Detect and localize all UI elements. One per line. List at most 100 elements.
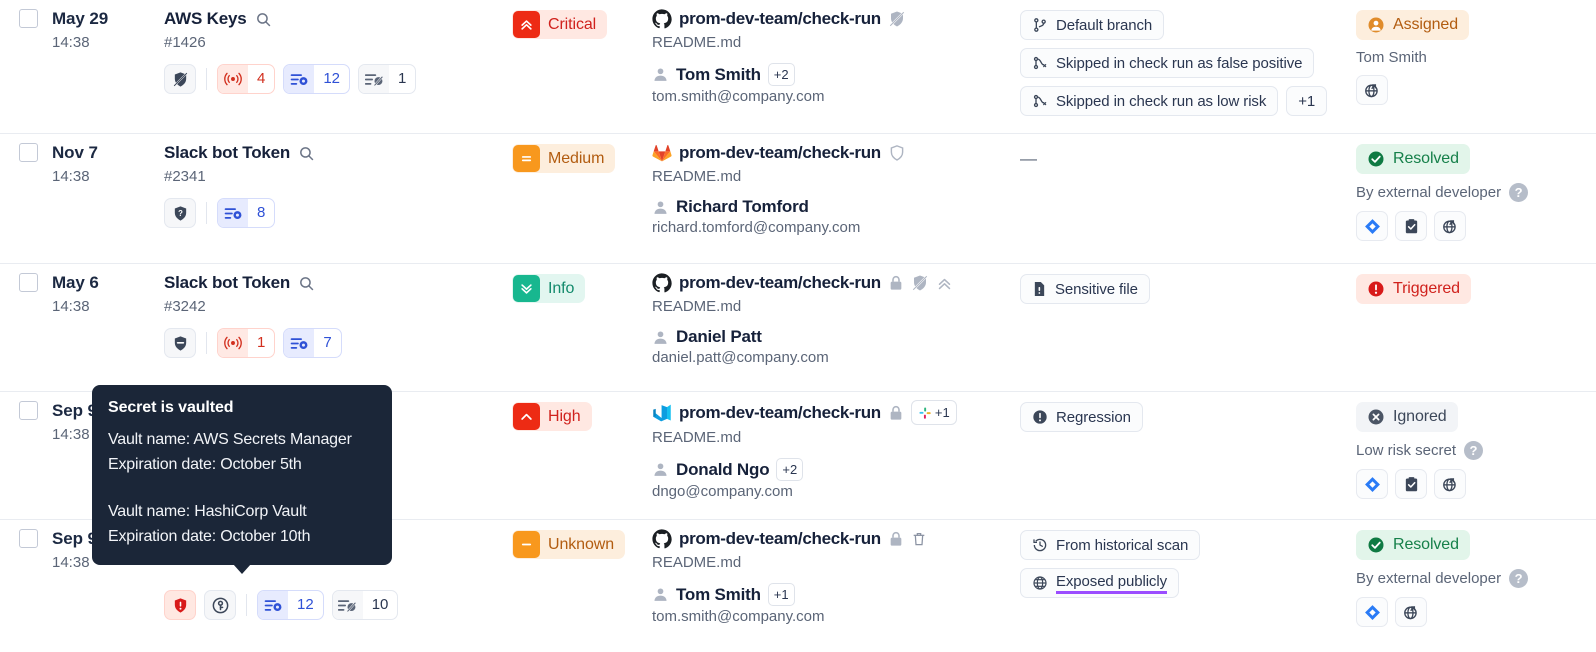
status-badge[interactable]: Assigned [1356,10,1469,40]
severity-badge-critical[interactable]: Critical [512,10,607,39]
status-badge[interactable]: Triggered [1356,274,1471,304]
lock-icon [888,275,904,291]
shield-alert-icon [165,591,195,619]
occurrences-chip[interactable]: 8 [217,198,275,228]
hidden-occurrences-chip[interactable]: 1 [358,64,416,94]
tag-skipped-low-risk[interactable]: Skipped in check run as low risk [1020,86,1278,116]
tag-exposed-publicly[interactable]: Exposed publicly [1020,568,1179,598]
author-extra-count[interactable]: +2 [768,63,795,86]
occurrences-count: 12 [288,591,323,619]
table-row[interactable]: Nov 7 14:38 Slack bot Token #2341 ? 8 [0,134,1596,264]
table-row[interactable]: May 29 14:38 AWS Keys #1426 4 12 [0,0,1596,134]
shield-minus-chip[interactable] [164,328,196,358]
severity-cell: High [512,392,652,431]
slack-integration-badge[interactable]: +1 [911,400,957,425]
row-checkbox[interactable] [19,143,38,162]
equals-icon [513,145,540,172]
secret-chips: 12 10 [164,590,512,620]
shield-question-chip[interactable]: ? [164,198,196,228]
severity-badge-unknown[interactable]: Unknown [512,530,625,559]
status-cell: Resolved By external developer ? [1356,134,1596,241]
repo-name[interactable]: prom-dev-team/check-run [679,272,881,294]
author-name[interactable]: Tom Smith [676,585,761,605]
tag-overflow-count[interactable]: +1 [1286,86,1327,116]
repo-cell: prom-dev-team/check-run +1 README.md Don… [652,392,1020,500]
hidden-occurrences-chip[interactable]: 10 [332,590,399,620]
status-subtext: By external developer ? [1356,183,1596,202]
chevron-up-icon [513,403,540,430]
status-badge[interactable]: Resolved [1356,530,1470,560]
row-checkbox[interactable] [19,273,38,292]
shield-off-icon-chip[interactable] [164,64,196,94]
author-extra-count[interactable]: +2 [776,458,803,481]
tag-default-branch[interactable]: Default branch [1020,10,1164,40]
row-checkbox-cell [0,0,52,28]
time-value: 14:38 [52,296,164,318]
globe-link-icon[interactable] [1395,597,1427,627]
repo-name[interactable]: prom-dev-team/check-run [679,142,881,164]
globe-link-icon[interactable] [1434,469,1466,499]
status-reason: By external developer [1356,570,1501,587]
clipboard-check-icon[interactable] [1395,211,1427,241]
repo-name[interactable]: prom-dev-team/check-run [679,402,881,424]
occurrences-hidden-icon [333,591,363,619]
chip-divider [246,594,247,616]
tag-skipped-false-positive[interactable]: Skipped in check run as false positive [1020,48,1314,78]
user-circle-icon [1367,16,1385,34]
shield-minus-icon [165,329,195,357]
jira-icon[interactable] [1356,211,1388,241]
chip-divider [206,202,207,224]
github-icon [652,273,672,293]
row-checkbox[interactable] [19,529,38,548]
status-badge[interactable]: Resolved [1356,144,1470,174]
table-row[interactable]: May 6 14:38 Slack bot Token #3242 1 [0,264,1596,392]
live-occurrences-chip[interactable]: 4 [217,64,275,94]
row-checkbox[interactable] [19,401,38,420]
help-icon[interactable]: ? [1509,569,1528,588]
shield-off-icon [165,65,195,93]
severity-badge-info[interactable]: Info [512,274,585,303]
severity-label: Critical [548,16,596,34]
tag-sensitive-file[interactable]: Sensitive file [1020,274,1150,304]
vault-chip[interactable] [204,590,236,620]
occurrences-icon [218,199,248,227]
repo-cell: prom-dev-team/check-run README.md Tom Sm… [652,520,1020,625]
occurrences-icon [284,329,314,357]
search-icon[interactable] [298,145,315,162]
author-name[interactable]: Richard Tomford [676,197,809,217]
regression-icon [1032,409,1048,425]
globe-link-icon[interactable] [1434,211,1466,241]
globe-link-icon[interactable] [1356,75,1388,105]
row-checkbox[interactable] [19,9,38,28]
secret-name[interactable]: Slack bot Token [164,272,290,294]
severity-badge-high[interactable]: High [512,402,592,431]
occurrences-chip[interactable]: 12 [283,64,350,94]
x-circle-icon [1367,408,1385,426]
repo-name[interactable]: prom-dev-team/check-run [679,8,881,30]
jira-icon[interactable] [1356,469,1388,499]
live-occurrences-chip[interactable]: 1 [217,328,275,358]
author-name[interactable]: Donald Ngo [676,460,769,480]
tag-historical-scan[interactable]: From historical scan [1020,530,1200,560]
author-name[interactable]: Daniel Patt [676,327,762,347]
search-icon[interactable] [255,11,272,28]
help-icon[interactable]: ? [1464,441,1483,460]
search-icon[interactable] [298,275,315,292]
help-icon[interactable]: ? [1509,183,1528,202]
jira-icon[interactable] [1356,597,1388,627]
clipboard-check-icon[interactable] [1395,469,1427,499]
secret-name[interactable]: AWS Keys [164,8,247,30]
severity-badge-medium[interactable]: Medium [512,144,615,173]
check-circle-icon [1367,150,1385,168]
tag-label: Exposed publicly [1056,573,1167,594]
author-name[interactable]: Tom Smith [676,65,761,85]
shield-alert-chip[interactable] [164,590,196,620]
occurrences-chip[interactable]: 12 [257,590,324,620]
secret-id: #2341 [164,166,512,188]
secret-name[interactable]: Slack bot Token [164,142,290,164]
occurrences-chip[interactable]: 7 [283,328,341,358]
author-extra-count[interactable]: +1 [768,583,795,606]
repo-name[interactable]: prom-dev-team/check-run [679,528,881,550]
tag-regression[interactable]: Regression [1020,402,1143,432]
status-badge[interactable]: Ignored [1356,402,1458,432]
